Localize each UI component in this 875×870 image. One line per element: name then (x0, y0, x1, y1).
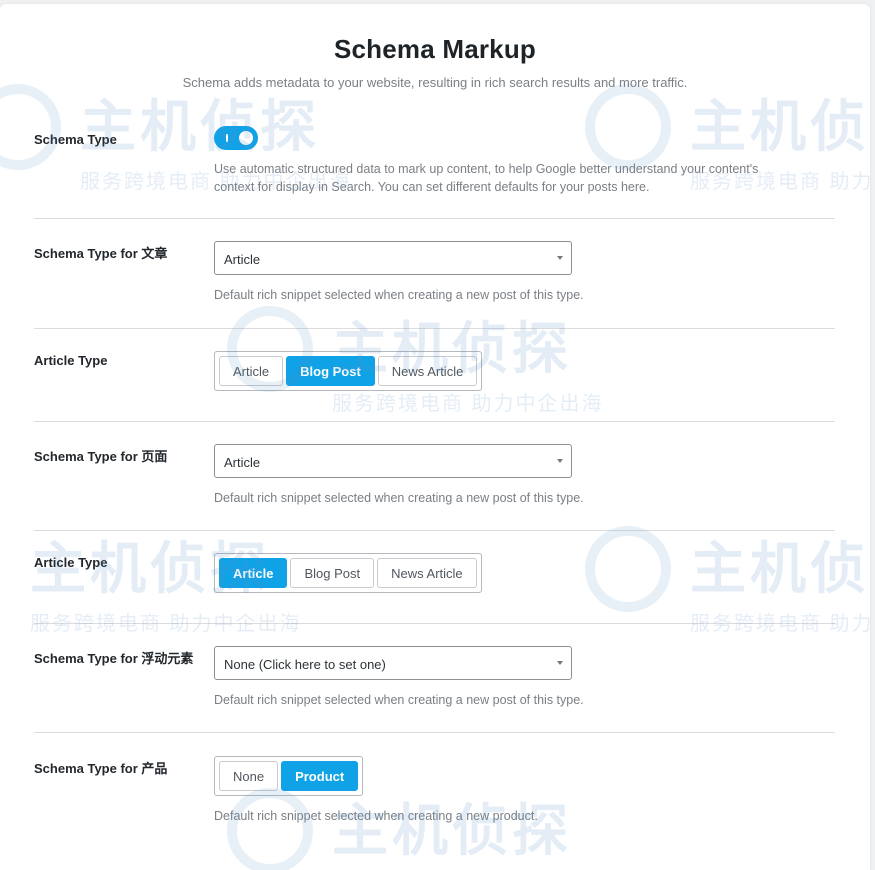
row-product-schema: Schema Type for 产品 None Product Default … (34, 732, 835, 870)
product-schema-none-button[interactable]: None (219, 761, 279, 791)
post-article-type-label: Article Type (34, 353, 108, 368)
article-type-news-article-button[interactable]: News Article (377, 558, 477, 588)
post-schema-description: Default rich snippet selected when creat… (214, 288, 584, 302)
toggle-knob (239, 131, 253, 145)
schema-type-description: Use automatic structured data to mark up… (214, 160, 814, 196)
page-subtitle: Schema adds metadata to your website, re… (182, 75, 688, 90)
post-schema-value: Article (224, 252, 261, 267)
row-page-article-type: Article Type Article Blog Post News Arti… (34, 530, 835, 624)
page-schema-label: Schema Type for 页面 (34, 449, 168, 464)
post-schema-select[interactable]: Article (214, 241, 572, 275)
float-schema-select[interactable]: None (Click here to set one) (214, 646, 572, 680)
page-schema-value: Article (224, 455, 261, 470)
post-article-type-group: Article Blog Post News Article (214, 351, 483, 391)
product-schema-label: Schema Type for 产品 (34, 761, 168, 776)
chevron-down-icon (557, 661, 563, 665)
article-type-blog-post-button[interactable]: Blog Post (286, 356, 375, 386)
page-article-type-label: Article Type (34, 555, 108, 570)
settings-panel: Schema Markup Schema adds metadata to yo… (0, 4, 870, 870)
article-type-news-article-button[interactable]: News Article (377, 356, 478, 386)
post-schema-label: Schema Type for 文章 (34, 246, 168, 261)
page-schema-select[interactable]: Article (214, 444, 572, 478)
product-schema-product-button[interactable]: Product (281, 761, 359, 791)
row-page-schema: Schema Type for 页面 Article Default rich … (34, 421, 835, 531)
schema-type-label: Schema Type (34, 132, 117, 147)
desc-line: Use automatic structured data to mark up… (214, 162, 759, 176)
chevron-down-icon (557, 256, 563, 260)
float-schema-value: None (Click here to set one) (224, 657, 386, 672)
schema-type-toggle[interactable] (214, 126, 258, 150)
desc-line: context for display in Search. You can s… (214, 180, 650, 194)
article-type-blog-post-button[interactable]: Blog Post (290, 558, 375, 588)
float-schema-label: Schema Type for 浮动元素 (34, 651, 194, 666)
chevron-down-icon (557, 459, 563, 463)
row-float-schema: Schema Type for 浮动元素 None (Click here to… (34, 623, 835, 733)
row-post-schema: Schema Type for 文章 Article Default rich … (34, 218, 835, 329)
toggle-on-indicator (226, 134, 228, 142)
float-schema-description: Default rich snippet selected when creat… (214, 693, 584, 707)
page-title: Schema Markup (333, 34, 536, 64)
page-schema-description: Default rich snippet selected when creat… (214, 491, 584, 505)
article-type-article-button[interactable]: Article (219, 558, 288, 588)
page-article-type-group: Article Blog Post News Article (214, 553, 482, 593)
article-type-article-button[interactable]: Article (219, 356, 284, 386)
row-schema-type: Schema Type Use automatic structured dat… (34, 126, 835, 219)
product-schema-description: Default rich snippet selected when creat… (214, 809, 538, 823)
product-schema-group: None Product (214, 756, 364, 796)
row-post-article-type: Article Type Article Blog Post News Arti… (34, 328, 835, 422)
